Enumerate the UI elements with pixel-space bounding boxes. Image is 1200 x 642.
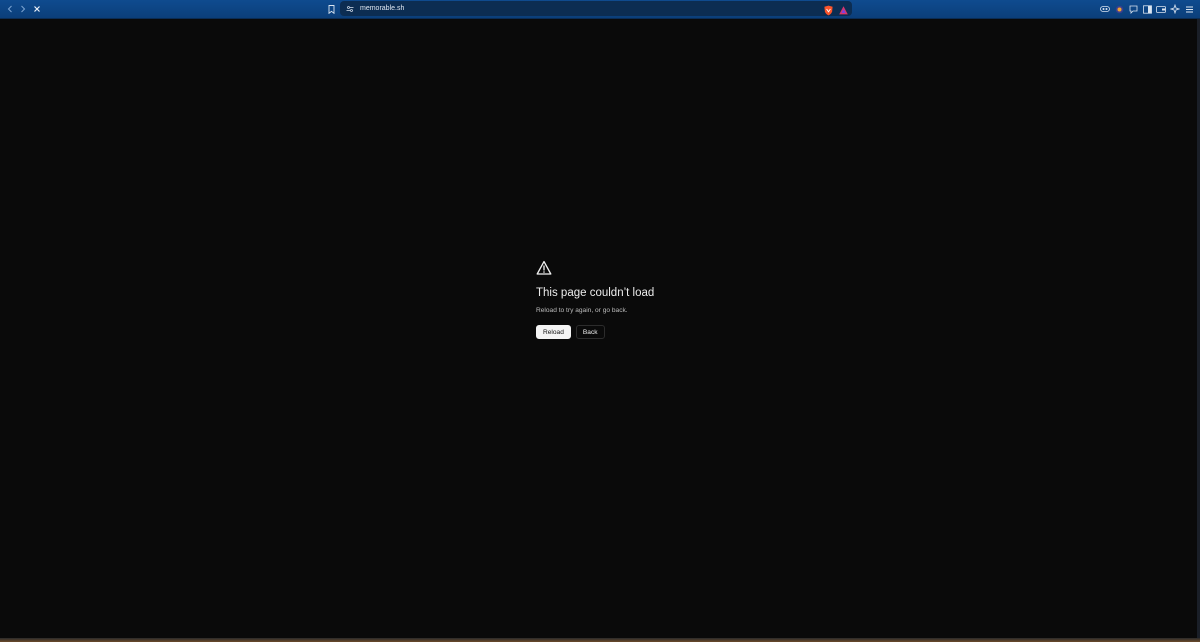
browser-toolbar: memorable.sh bbox=[0, 0, 1200, 19]
error-title: This page couldn’t load bbox=[536, 287, 655, 299]
back-page-button[interactable]: Back bbox=[575, 325, 605, 339]
site-settings-icon bbox=[346, 5, 354, 12]
error-message: This page couldn’t load Reload to try ag… bbox=[536, 260, 736, 339]
address-bar[interactable]: memorable.sh bbox=[340, 1, 852, 16]
sidebar-icon bbox=[1142, 4, 1152, 14]
chevron-right-icon bbox=[21, 5, 26, 13]
brave-shield-button[interactable] bbox=[823, 3, 834, 16]
vpn-icon bbox=[1100, 6, 1110, 12]
bookmark-icon bbox=[328, 4, 334, 14]
reload-button[interactable]: Reload bbox=[536, 325, 571, 339]
chevron-left-icon bbox=[7, 5, 12, 13]
wallet-button[interactable] bbox=[1114, 3, 1124, 15]
error-actions: Reload Back bbox=[536, 325, 736, 339]
warning-icon bbox=[536, 260, 552, 275]
bookmark-button[interactable] bbox=[325, 2, 337, 16]
url-text[interactable]: memorable.sh bbox=[360, 2, 404, 15]
leo-ai-button[interactable] bbox=[1170, 3, 1180, 15]
brave-rewards-icon bbox=[839, 6, 848, 15]
wallet-panel-icon bbox=[1156, 5, 1166, 13]
vpn-button[interactable] bbox=[1100, 3, 1110, 15]
error-subtitle: Reload to try again, or go back. bbox=[536, 307, 628, 314]
back-button[interactable] bbox=[3, 2, 17, 16]
toolbar-extension-icons bbox=[1100, 2, 1194, 16]
chat-icon bbox=[1129, 5, 1137, 14]
wallet-icon bbox=[1115, 5, 1123, 13]
menu-icon bbox=[1185, 6, 1193, 12]
brave-rewards-button[interactable] bbox=[838, 3, 849, 15]
wallet-panel-button[interactable] bbox=[1156, 3, 1166, 15]
forward-button[interactable] bbox=[16, 2, 30, 16]
brave-shield-icon bbox=[824, 5, 833, 16]
stop-button[interactable] bbox=[30, 2, 44, 16]
window-frame-bottom bbox=[0, 638, 1200, 642]
leo-ai-icon bbox=[1170, 4, 1180, 14]
chat-button[interactable] bbox=[1128, 3, 1138, 15]
sidebar-button[interactable] bbox=[1142, 3, 1152, 15]
menu-button[interactable] bbox=[1184, 3, 1194, 15]
browser-window: memorable.sh This page couldn’t load Rel… bbox=[0, 0, 1200, 642]
site-settings-button[interactable] bbox=[345, 3, 355, 14]
close-icon bbox=[34, 6, 40, 12]
